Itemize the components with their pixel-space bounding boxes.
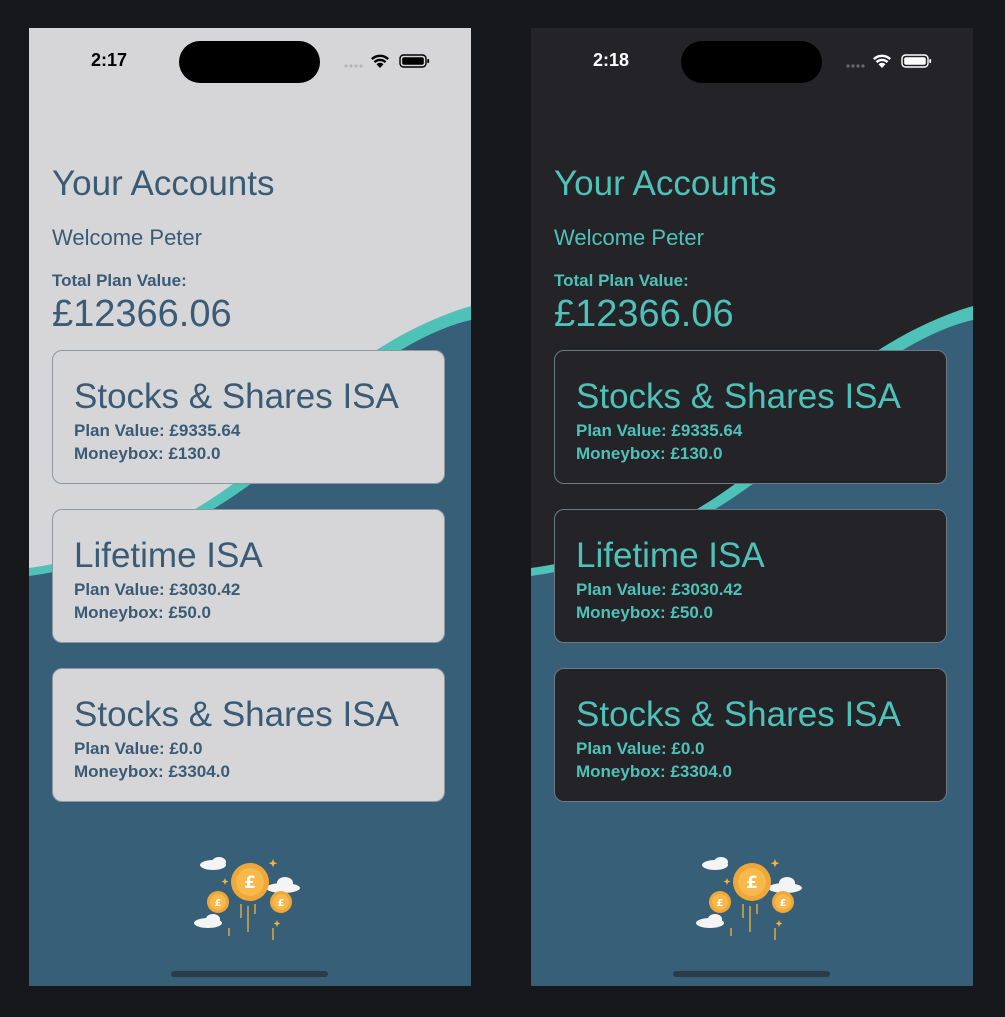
moneybox-value: Moneybox: £3304.0 (74, 762, 230, 781)
home-indicator[interactable] (171, 971, 328, 977)
svg-text:£: £ (278, 898, 285, 909)
home-indicator[interactable] (673, 971, 830, 977)
total-plan-value: £12366.06 (554, 293, 734, 335)
account-name: Stocks & Shares ISA (74, 695, 399, 734)
dynamic-island (681, 41, 822, 83)
moneybox-value: Moneybox: £3304.0 (576, 762, 732, 781)
wifi-icon (873, 54, 891, 68)
total-plan-value-label: Total Plan Value: (554, 271, 689, 290)
account-card[interactable]: Lifetime ISA Plan Value: £3030.42 Moneyb… (52, 509, 445, 643)
svg-text:£: £ (244, 873, 256, 893)
svg-text:£: £ (780, 898, 787, 909)
cellular-signal-icon (344, 64, 363, 68)
light-mode-screen: 2:17 Your Accounts Welcome Peter Total P… (29, 28, 471, 986)
account-name: Stocks & Shares ISA (74, 377, 399, 416)
moneybox-value: Moneybox: £50.0 (74, 603, 211, 622)
plan-value: Plan Value: £0.0 (576, 739, 705, 758)
plan-value: Plan Value: £3030.42 (74, 580, 241, 599)
account-name: Lifetime ISA (74, 536, 263, 575)
account-name: Stocks & Shares ISA (576, 695, 901, 734)
dark-mode-screen: 2:18 Your Accounts Welcome Peter Total P… (531, 28, 973, 986)
battery-icon (399, 54, 430, 68)
account-name: Stocks & Shares ISA (576, 377, 901, 416)
svg-text:£: £ (746, 873, 758, 893)
wifi-icon (371, 54, 389, 68)
total-plan-value: £12366.06 (52, 293, 232, 335)
plan-value: Plan Value: £9335.64 (576, 421, 743, 440)
svg-text:£: £ (717, 898, 724, 909)
plan-value: Plan Value: £0.0 (74, 739, 203, 758)
status-bar-icons (344, 54, 430, 68)
moneybox-coins-logo: £ £ £ (696, 857, 802, 940)
welcome-text: Welcome Peter (52, 225, 202, 250)
account-card[interactable]: Stocks & Shares ISA Plan Value: £0.0 Mon… (554, 668, 947, 802)
status-bar-time: 2:18 (593, 50, 630, 70)
plan-value: Plan Value: £3030.42 (576, 580, 743, 599)
account-card[interactable]: Stocks & Shares ISA Plan Value: £9335.64… (52, 350, 445, 484)
status-bar-time: 2:17 (91, 50, 128, 70)
dynamic-island (179, 41, 320, 83)
moneybox-value: Moneybox: £130.0 (576, 444, 723, 463)
account-card[interactable]: Stocks & Shares ISA Plan Value: £0.0 Mon… (52, 668, 445, 802)
welcome-text: Welcome Peter (554, 225, 704, 250)
account-name: Lifetime ISA (576, 536, 765, 575)
status-bar-icons (846, 54, 932, 68)
battery-icon (901, 54, 932, 68)
page-title: Your Accounts (554, 164, 777, 203)
cellular-signal-icon (846, 64, 865, 68)
svg-text:£: £ (215, 898, 222, 909)
account-card[interactable]: Stocks & Shares ISA Plan Value: £9335.64… (554, 350, 947, 484)
moneybox-value: Moneybox: £50.0 (576, 603, 713, 622)
moneybox-coins-logo: £ £ £ (194, 857, 300, 940)
page-title: Your Accounts (52, 164, 275, 203)
moneybox-value: Moneybox: £130.0 (74, 444, 221, 463)
plan-value: Plan Value: £9335.64 (74, 421, 241, 440)
account-card[interactable]: Lifetime ISA Plan Value: £3030.42 Moneyb… (554, 509, 947, 643)
total-plan-value-label: Total Plan Value: (52, 271, 187, 290)
